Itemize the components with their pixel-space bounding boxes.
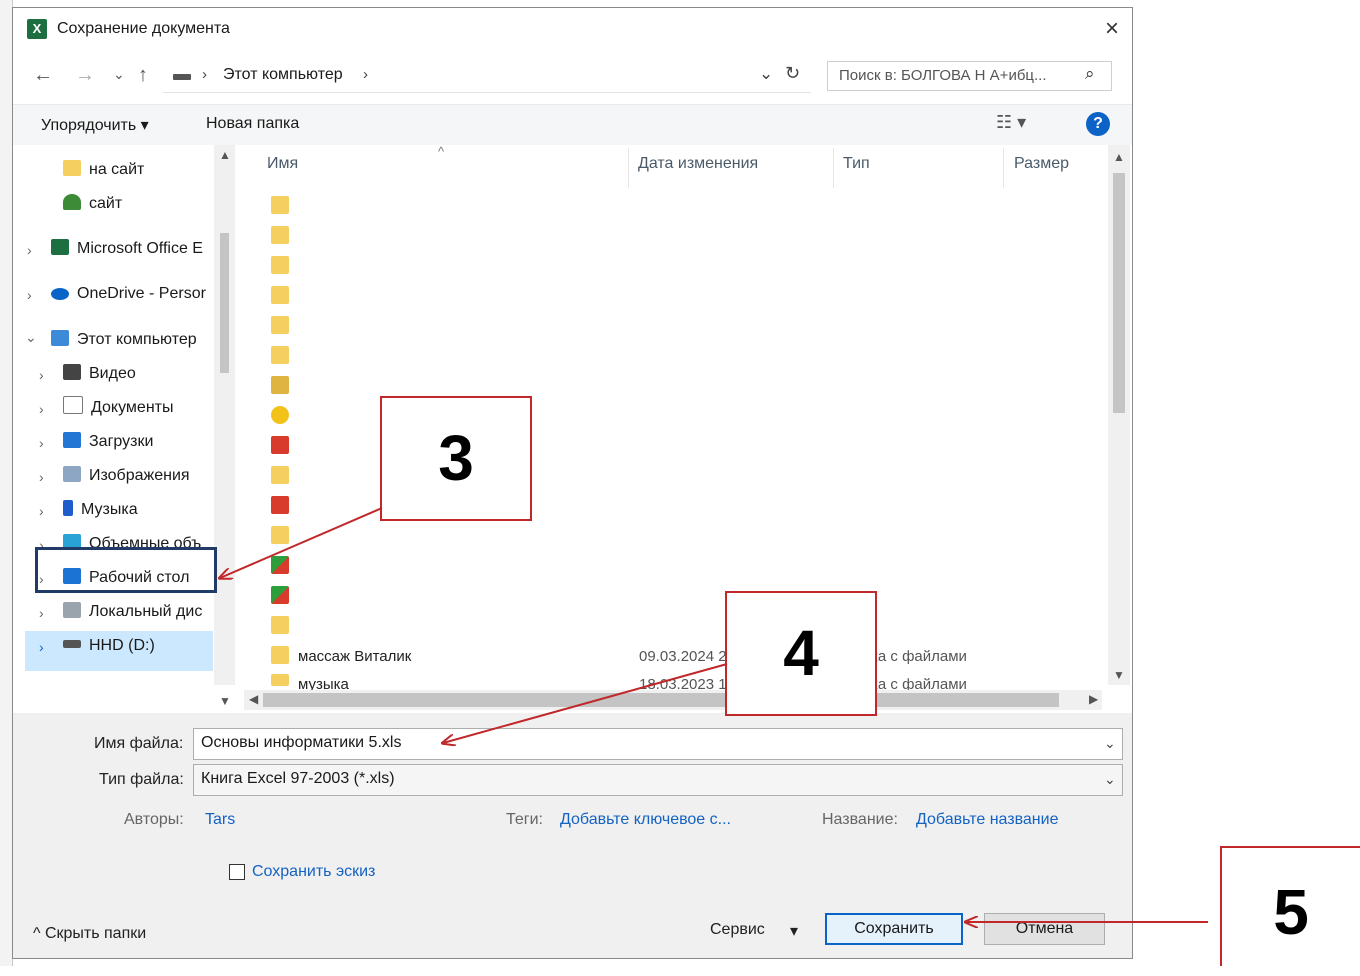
arrow-to-desktop — [220, 507, 383, 578]
arrow-to-filename — [443, 663, 728, 743]
annotation-arrows — [0, 507, 1208, 966]
